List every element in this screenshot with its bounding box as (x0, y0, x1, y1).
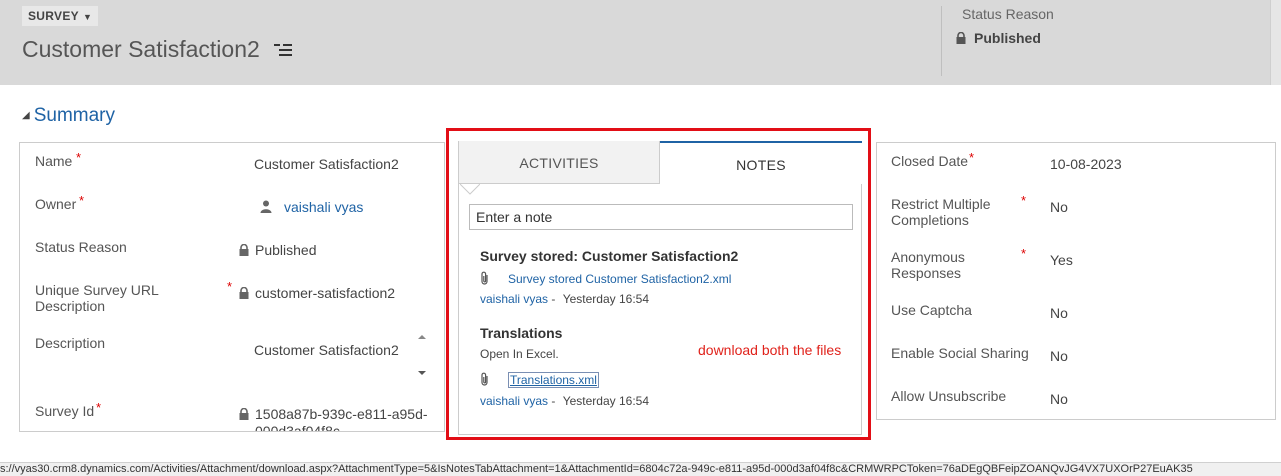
entity-type-switcher[interactable]: SURVEY ▼ (22, 6, 99, 26)
field-label-unique-survey-url: Unique Survey URL Description (35, 282, 159, 314)
required-indicator: * (76, 150, 82, 165)
enable-social-sharing-field[interactable]: No (1050, 348, 1068, 364)
allow-unsubscribe-field[interactable]: No (1050, 391, 1068, 407)
summary-left-panel: Name * Customer Satisfaction2 Owner * va… (19, 142, 445, 432)
note-meta: vaishali vyas - Yesterday 16:54 (480, 292, 649, 306)
survey-id-line2: 000d3af04f8c (255, 423, 340, 432)
field-label-use-captcha: Use Captcha (891, 302, 972, 318)
required-indicator: * (227, 279, 233, 294)
tab-notes[interactable]: NOTES (660, 141, 862, 184)
field-label-allow-unsubscribe: Allow Unsubscribe (891, 388, 1007, 404)
tab-activities[interactable]: ACTIVITIES (459, 141, 660, 184)
note-body: Open In Excel. (480, 347, 559, 361)
note-attachment-row: Survey stored Customer Satisfaction2.xml (480, 271, 731, 286)
anonymous-responses-field[interactable]: Yes (1050, 252, 1073, 268)
field-label-status-reason: Status Reason (35, 239, 127, 255)
status-reason-field: Published (239, 242, 317, 258)
field-label-enable-social-sharing: Enable Social Sharing (891, 345, 1029, 361)
note-author-link[interactable]: vaishali vyas (480, 292, 548, 306)
record-header: SURVEY ▼ Customer Satisfaction2 Status Re… (0, 0, 1281, 85)
summary-right-panel: Closed Date * 10-08-2023 Restrict Multip… (876, 142, 1276, 420)
survey-id-line1: 1508a87b-939c-e811-a95d- (255, 406, 428, 422)
description-field[interactable]: Customer Satisfaction2 (254, 342, 399, 358)
field-label-description: Description (35, 335, 106, 351)
closed-date-field[interactable]: 10-08-2023 (1050, 156, 1122, 172)
lock-icon (239, 408, 249, 420)
paperclip-icon (481, 372, 488, 386)
owner-field[interactable]: vaishali vyas (260, 199, 363, 215)
note-author-link[interactable]: vaishali vyas (480, 394, 548, 408)
field-label-anonymous-responses: Anonymous Responses (891, 249, 965, 281)
header-status-reason-text: Published (974, 30, 1041, 46)
header-status-reason-label: Status Reason (962, 6, 1054, 22)
required-indicator: * (1021, 246, 1027, 261)
notes-panel (458, 141, 862, 435)
field-label-restrict-multiple-completions: Restrict Multiple Completions (891, 196, 991, 228)
use-captcha-field[interactable]: No (1050, 305, 1068, 321)
attachment-link[interactable]: Translations.xml (508, 372, 599, 388)
description-scrollbar[interactable] (414, 331, 430, 379)
note-timestamp: Yesterday 16:54 (562, 394, 649, 408)
lock-icon (956, 31, 966, 44)
browser-status-bar: s://vyas30.crm8.dynamics.com/Activities/… (0, 462, 1281, 476)
section-header-summary[interactable]: ◢ Summary (22, 105, 115, 127)
owner-link[interactable]: vaishali vyas (284, 199, 363, 215)
header-divider (941, 6, 942, 76)
status-reason-value: Published (255, 242, 317, 258)
required-indicator: * (969, 150, 975, 165)
required-indicator: * (96, 400, 102, 415)
tab-pointer-icon (460, 184, 480, 195)
user-icon (260, 200, 272, 213)
field-label-owner: Owner (35, 196, 77, 212)
note-title: Survey stored: Customer Satisfaction2 (480, 248, 739, 264)
record-title-text: Customer Satisfaction2 (22, 36, 260, 62)
note-input[interactable] (469, 204, 853, 230)
status-bar-url: s://vyas30.crm8.dynamics.com/Activities/… (0, 463, 1193, 475)
restrict-multiple-completions-field[interactable]: No (1050, 199, 1068, 215)
section-title-text: Summary (33, 105, 115, 126)
attachment-link[interactable]: Survey stored Customer Satisfaction2.xml (508, 272, 731, 286)
entity-type-label: SURVEY (28, 9, 79, 23)
required-indicator: * (1021, 193, 1027, 208)
note-separator: - (548, 394, 559, 408)
field-label-name: Name (35, 153, 73, 169)
page-title: Customer Satisfaction2 (22, 36, 293, 63)
note-attachment-row: Translations.xml (480, 372, 599, 388)
field-label-closed-date: Closed Date (891, 153, 969, 169)
header-scrollbar[interactable] (1270, 0, 1281, 85)
collapse-triangle-icon: ◢ (22, 110, 30, 121)
unique-survey-url-field: customer-satisfaction2 (239, 285, 395, 301)
name-field[interactable]: Customer Satisfaction2 (254, 156, 399, 172)
annotation-text: download both the files (698, 342, 842, 358)
note-timestamp: Yesterday 16:54 (562, 292, 649, 306)
lock-icon (239, 244, 249, 256)
header-status-reason-value: Published (956, 30, 1041, 46)
field-label-survey-id: Survey Id (35, 403, 95, 419)
required-indicator: * (79, 193, 85, 208)
note-title: Translations (480, 325, 563, 341)
note-meta: vaishali vyas - Yesterday 16:54 (480, 394, 649, 408)
chevron-down-icon: ▼ (82, 12, 93, 22)
survey-id-field: 1508a87b-939c-e811-a95d- (239, 406, 428, 422)
lock-icon (239, 287, 249, 299)
note-separator: - (548, 292, 559, 306)
paperclip-icon (481, 271, 488, 285)
list-menu-icon[interactable] (274, 44, 293, 57)
unique-survey-url-value: customer-satisfaction2 (255, 285, 396, 301)
